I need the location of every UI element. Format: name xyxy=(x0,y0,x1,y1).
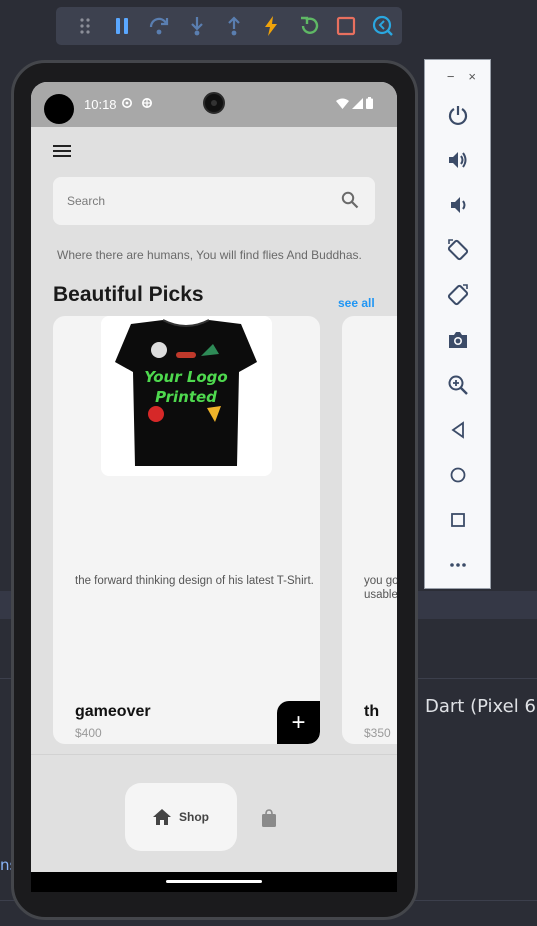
step-into-icon[interactable] xyxy=(178,7,215,45)
more-button[interactable] xyxy=(425,542,490,587)
hot-restart-icon[interactable] xyxy=(290,7,327,45)
camera-cutout xyxy=(44,94,74,124)
volume-down-button[interactable] xyxy=(425,182,490,227)
home-circle-icon xyxy=(450,467,465,482)
section-title: Beautiful Picks xyxy=(53,283,204,306)
settings-notification-icon xyxy=(122,98,132,108)
signal-icon xyxy=(352,97,363,109)
rotate-right-button[interactable] xyxy=(425,272,490,317)
volume-up-button[interactable] xyxy=(425,137,490,182)
product-card[interactable]: Your Logo Printed the forward thinking d… xyxy=(53,316,320,744)
search-placeholder: Search xyxy=(67,194,106,208)
step-over-icon[interactable] xyxy=(141,7,178,45)
product-name: gameover xyxy=(75,703,151,720)
home-button[interactable] xyxy=(425,452,490,497)
debug-toolbar xyxy=(56,7,402,45)
power-icon xyxy=(448,105,467,125)
stop-icon[interactable] xyxy=(327,7,364,45)
system-nav-bar xyxy=(31,872,397,892)
tshirt-image: Your Logo Printed xyxy=(115,319,257,466)
quote-text: Where there are humans, You will find fl… xyxy=(57,248,362,262)
emulator-controls-panel: − × xyxy=(424,59,491,589)
tshirt-print-line-2: Printed xyxy=(155,388,217,406)
search-icon[interactable] xyxy=(341,191,359,209)
devtools-icon[interactable] xyxy=(365,7,402,45)
back-icon xyxy=(450,420,464,439)
back-button[interactable] xyxy=(425,407,490,452)
pause-icon[interactable] xyxy=(103,7,140,45)
rotate-left-button[interactable] xyxy=(425,227,490,272)
product-name: th xyxy=(364,703,380,720)
search-input[interactable]: Search xyxy=(53,177,375,225)
drag-handle-icon[interactable] xyxy=(66,7,103,45)
product-description: you go usable xyxy=(364,574,397,602)
nav-tab-shop[interactable]: Shop xyxy=(125,783,237,851)
status-bar: 10:18 xyxy=(31,82,397,127)
zoom-icon xyxy=(448,375,468,395)
wifi-icon xyxy=(336,98,349,109)
see-all-link[interactable]: see all xyxy=(338,296,375,310)
close-button[interactable]: × xyxy=(468,69,476,84)
product-image: Your Logo Printed xyxy=(101,316,272,476)
hot-reload-icon[interactable] xyxy=(253,7,290,45)
status-time: 10:18 xyxy=(84,97,117,112)
product-description-line: usable xyxy=(364,589,397,601)
step-out-icon[interactable] xyxy=(215,7,252,45)
home-gesture-pill[interactable] xyxy=(166,880,262,883)
add-to-cart-button[interactable]: + xyxy=(277,701,320,744)
app-content: Search Where there are humans, You will … xyxy=(31,127,397,892)
overview-square-icon xyxy=(450,512,465,527)
menu-icon[interactable] xyxy=(53,144,71,158)
battery-icon xyxy=(366,97,373,109)
nav-tab-shop-label: Shop xyxy=(179,810,209,824)
rotate-right-icon xyxy=(447,283,468,305)
product-price: $350 xyxy=(364,726,391,740)
minimize-button[interactable]: − xyxy=(447,69,455,84)
shopping-bag-icon[interactable] xyxy=(261,809,277,827)
run-config-label[interactable]: Dart (Pixel 6 xyxy=(425,696,536,717)
bottom-navigation: Shop xyxy=(31,754,397,874)
tshirt-print-line-1: Your Logo xyxy=(144,368,227,386)
rotate-left-icon xyxy=(447,238,468,260)
product-card[interactable]: you go usable th $350 xyxy=(342,316,397,744)
volume-down-icon xyxy=(450,196,465,213)
more-icon xyxy=(449,562,466,567)
volume-up-icon xyxy=(448,151,466,168)
debug-notification-icon xyxy=(142,98,152,108)
overview-button[interactable] xyxy=(425,497,490,542)
zoom-button[interactable] xyxy=(425,362,490,407)
camera-icon xyxy=(448,331,467,348)
product-price: $400 xyxy=(75,726,102,740)
power-button[interactable] xyxy=(425,92,490,137)
product-description-line: you go xyxy=(364,575,397,587)
phone-screen: 10:18 Search Where there are humans, You… xyxy=(31,82,397,892)
home-icon xyxy=(153,809,171,825)
front-camera xyxy=(203,92,225,114)
screenshot-button[interactable] xyxy=(425,317,490,362)
product-description: the forward thinking design of his lates… xyxy=(75,575,314,587)
